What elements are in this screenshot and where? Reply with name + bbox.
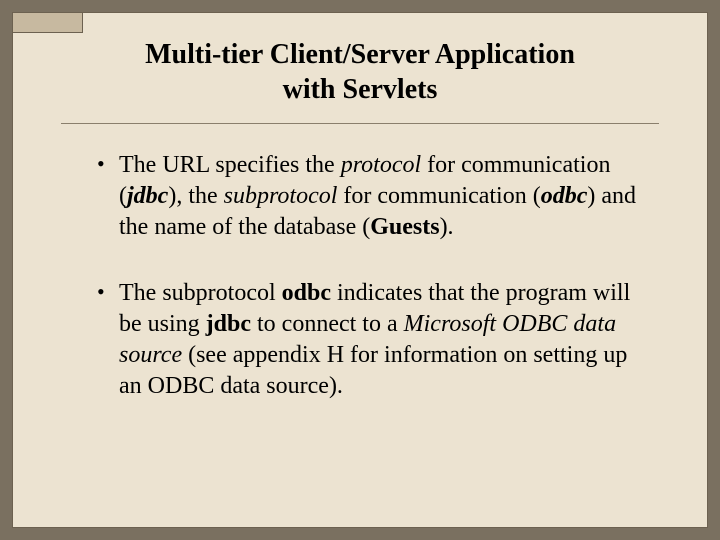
- text-segment: protocol: [341, 152, 421, 178]
- slide-title: Multi-tier Client/Server Application wit…: [41, 31, 679, 119]
- text-segment: for communication (: [337, 183, 540, 209]
- slide: Multi-tier Client/Server Application wit…: [12, 12, 708, 528]
- bullet-item: The URL specifies the protocol for commu…: [97, 150, 639, 244]
- title-line-1: Multi-tier Client/Server Application: [81, 37, 639, 72]
- title-divider: [61, 123, 659, 124]
- text-segment: jdbc: [127, 183, 168, 209]
- text-segment: odbc: [541, 183, 588, 209]
- text-segment: to connect to a: [251, 311, 404, 337]
- text-segment: subprotocol: [224, 183, 338, 209]
- text-segment: ).: [440, 214, 454, 240]
- text-segment: (see appendix H for information on setti…: [119, 342, 627, 399]
- text-segment: jdbc: [206, 311, 251, 337]
- text-segment: ), the: [168, 183, 223, 209]
- text-segment: The URL specifies the: [119, 152, 341, 178]
- bullet-item: The subprotocol odbc indicates that the …: [97, 278, 639, 403]
- text-segment: odbc: [282, 280, 331, 306]
- title-line-2: with Servlets: [81, 72, 639, 107]
- corner-tab: [13, 13, 83, 33]
- bullet-list: The URL specifies the protocol for commu…: [41, 150, 679, 402]
- text-segment: The subprotocol: [119, 280, 282, 306]
- text-segment: Guests: [370, 214, 439, 240]
